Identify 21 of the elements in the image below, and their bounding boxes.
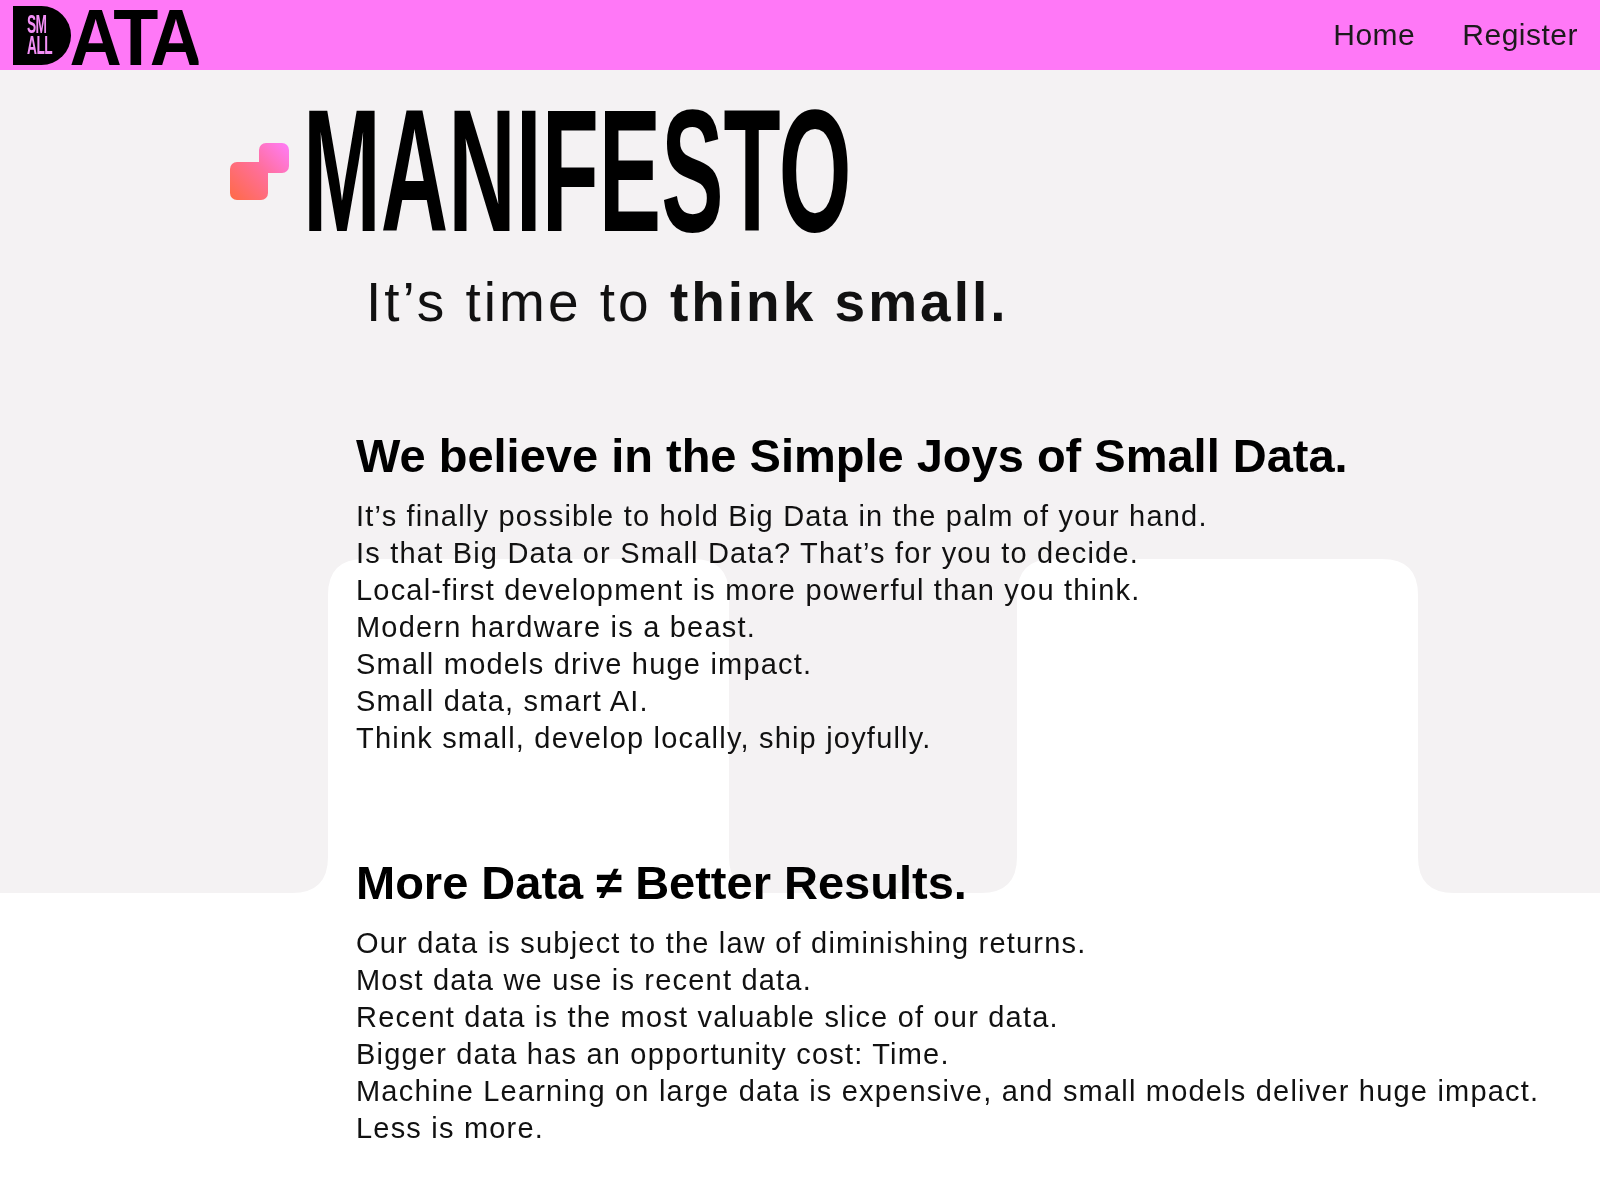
statement-text: Local-first development is more powerful than you think. bbox=[356, 573, 1141, 608]
tagline-text: It’s time to think small. bbox=[366, 270, 1009, 335]
statement-text: Small models drive huge impact. bbox=[356, 647, 813, 682]
blocks-icon bbox=[230, 142, 289, 200]
statement-text: Modern hardware is a beast. bbox=[356, 610, 756, 645]
statement-text: Most data we use is recent data. bbox=[356, 963, 812, 998]
nav-link[interactable]: Home bbox=[1333, 18, 1416, 52]
page-title: MANIFESTO bbox=[303, 84, 852, 258]
statement-text: Small data, smart AI. bbox=[356, 684, 649, 719]
statement-text: Think small, develop locally, ship joyfully. bbox=[356, 721, 932, 756]
statement-text: Bigger data has an opportunity cost: Time. bbox=[356, 1037, 950, 1072]
statement-text: It’s finally possible to hold Big Data in the palm of your hand. bbox=[356, 499, 1208, 534]
statement-text: Recent data is the most valuable slice of our data. bbox=[356, 1000, 1059, 1035]
section-heading: We believe in the Simple Joys of Small Data. bbox=[356, 428, 1348, 484]
statement-text: Our data is subject to the law of diminishing returns. bbox=[356, 926, 1087, 961]
nav-link[interactable]: Register bbox=[1462, 18, 1578, 52]
logo-badge[interactable]: SM ALL bbox=[13, 5, 71, 65]
section-heading: More Data ≠ Better Results. bbox=[356, 855, 967, 911]
statement-text: Machine Learning on large data is expensive, and small models deliver huge impact. bbox=[356, 1074, 1540, 1109]
statement-text: Less is more. bbox=[356, 1111, 545, 1146]
statement-text: Is that Big Data or Small Data? That’s for you to decide. bbox=[356, 536, 1140, 571]
